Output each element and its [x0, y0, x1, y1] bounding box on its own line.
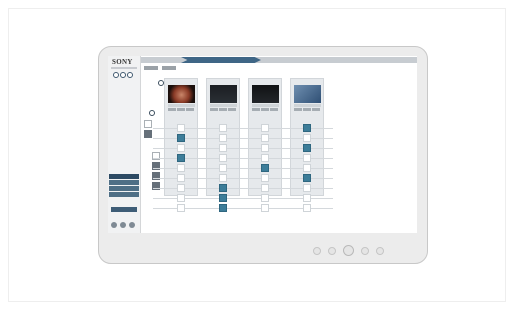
- routing-cell[interactable]: [219, 164, 227, 172]
- output-controls: [294, 108, 320, 111]
- source-group-2: [152, 94, 162, 212]
- routing-cell[interactable]: [261, 194, 269, 202]
- output-control-button[interactable]: [312, 108, 320, 111]
- routing-cell[interactable]: [261, 144, 269, 152]
- view-mode-2-button[interactable]: [120, 72, 126, 78]
- routing-cell[interactable]: [303, 164, 311, 172]
- toolbar-button-1[interactable]: [144, 66, 158, 70]
- power-button-icon[interactable]: [343, 245, 354, 256]
- output-control-button[interactable]: [177, 108, 185, 111]
- routing-cell[interactable]: [261, 154, 269, 162]
- bezel-button-4[interactable]: [376, 246, 384, 255]
- bezel-button-2[interactable]: [328, 246, 336, 255]
- breadcrumb-step-1[interactable]: [181, 57, 261, 63]
- monitor-screen: SONY: [108, 56, 417, 233]
- output-label-bar: [252, 104, 279, 107]
- routing-cell[interactable]: [177, 194, 185, 202]
- routing-cell[interactable]: [303, 134, 311, 142]
- brand-subtitle-bar: [111, 67, 137, 69]
- brand-logo: SONY: [112, 58, 133, 66]
- view-mode-3-button[interactable]: [127, 72, 133, 78]
- output-controls: [210, 108, 236, 111]
- breadcrumb-step-2[interactable]: [269, 57, 341, 63]
- routing-cell[interactable]: [177, 184, 185, 192]
- routing-cell[interactable]: [261, 134, 269, 142]
- routing-cell[interactable]: [303, 184, 311, 192]
- routing-cell[interactable]: [261, 204, 269, 212]
- video-thumbnail[interactable]: [210, 85, 237, 103]
- output-control-button[interactable]: [168, 108, 176, 111]
- routing-cell[interactable]: [219, 194, 227, 202]
- sidebar-tab[interactable]: [109, 174, 139, 179]
- routing-cell[interactable]: [261, 164, 269, 172]
- output-label-bar: [210, 104, 237, 107]
- output-controls: [168, 108, 194, 111]
- video-thumbnail[interactable]: [168, 85, 195, 103]
- routing-cell[interactable]: [177, 204, 185, 212]
- power-icon[interactable]: [129, 222, 135, 228]
- video-thumbnail[interactable]: [252, 85, 279, 103]
- output-control-button[interactable]: [210, 108, 218, 111]
- routing-cell[interactable]: [303, 194, 311, 202]
- routing-cell[interactable]: [219, 174, 227, 182]
- output-control-button[interactable]: [219, 108, 227, 111]
- routing-cell[interactable]: [177, 144, 185, 152]
- output-control-button[interactable]: [186, 108, 194, 111]
- output-control-button[interactable]: [270, 108, 278, 111]
- routing-cell[interactable]: [219, 204, 227, 212]
- routing-cell[interactable]: [303, 174, 311, 182]
- routing-cell[interactable]: [219, 124, 227, 132]
- routing-cell[interactable]: [177, 164, 185, 172]
- output-control-button[interactable]: [294, 108, 302, 111]
- output-control-button[interactable]: [228, 108, 236, 111]
- breadcrumb: [141, 57, 417, 63]
- output-control-button[interactable]: [252, 108, 260, 111]
- toolbar-button-2[interactable]: [162, 66, 176, 70]
- routing-cell[interactable]: [177, 154, 185, 162]
- view-mode-1-button[interactable]: [113, 72, 119, 78]
- routing-cell[interactable]: [303, 124, 311, 132]
- sidebar-tabs: [109, 174, 139, 198]
- breadcrumb-step-3[interactable]: [355, 57, 415, 63]
- routing-cell[interactable]: [219, 144, 227, 152]
- output-controls: [252, 108, 278, 111]
- routing-cell[interactable]: [219, 134, 227, 142]
- view-mode-buttons: [113, 72, 133, 78]
- video-thumbnail[interactable]: [294, 85, 321, 103]
- bezel-button-3[interactable]: [361, 246, 369, 255]
- source-box[interactable]: [144, 130, 152, 138]
- source-box[interactable]: [144, 120, 152, 128]
- output-label-bar: [294, 104, 321, 107]
- output-control-button[interactable]: [261, 108, 269, 111]
- output-label-bar: [168, 104, 195, 107]
- routing-cell[interactable]: [177, 174, 185, 182]
- monitor-buttons: [313, 245, 384, 256]
- sidebar-action-button[interactable]: [111, 207, 137, 212]
- routing-cell[interactable]: [261, 184, 269, 192]
- routing-cell[interactable]: [303, 204, 311, 212]
- routing-cell[interactable]: [177, 134, 185, 142]
- sidebar-tab[interactable]: [109, 186, 139, 191]
- routing-cell[interactable]: [261, 174, 269, 182]
- sidebar: SONY: [108, 56, 141, 233]
- sidebar-footer-icons: [111, 222, 135, 228]
- bezel-button-1[interactable]: [313, 246, 321, 255]
- routing-cell[interactable]: [219, 184, 227, 192]
- routing-cell[interactable]: [177, 124, 185, 132]
- output-control-button[interactable]: [303, 108, 311, 111]
- routing-cell[interactable]: [303, 154, 311, 162]
- routing-cell[interactable]: [303, 144, 311, 152]
- routing-cell[interactable]: [219, 154, 227, 162]
- routing-cell[interactable]: [261, 124, 269, 132]
- settings-icon[interactable]: [111, 222, 117, 228]
- help-icon[interactable]: [120, 222, 126, 228]
- sidebar-tab[interactable]: [109, 192, 139, 197]
- sidebar-tab[interactable]: [109, 180, 139, 185]
